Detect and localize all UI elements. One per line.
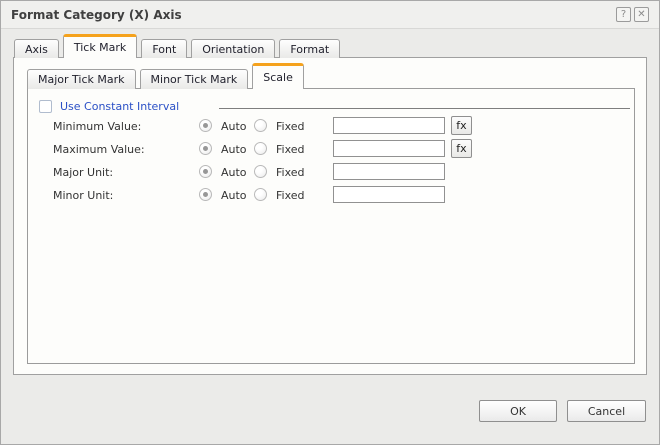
minimum-value-fixed-radio[interactable] [254,119,267,132]
minimum-value-auto-label[interactable]: Auto [221,120,247,133]
constant-interval-row: Use Constant Interval [28,98,634,116]
tab-minor-tick-mark[interactable]: Minor Tick Mark [139,69,249,89]
tab-orientation[interactable]: Orientation [191,39,276,58]
minor-unit-input[interactable] [333,186,445,203]
minimum-value-fx-button[interactable]: fx [451,116,472,135]
close-icon[interactable]: ✕ [634,7,649,22]
minor-unit-fixed-label[interactable]: Fixed [276,189,305,202]
maximum-value-auto-radio[interactable] [199,142,212,155]
minor-unit-row: Minor Unit: Auto Fixed [28,185,634,207]
minimum-value-auto-radio[interactable] [199,119,212,132]
cancel-button[interactable]: Cancel [567,400,646,422]
major-unit-auto-label[interactable]: Auto [221,166,247,179]
use-constant-interval-checkbox[interactable] [39,100,52,113]
format-axis-dialog: Format Category (X) Axis ? ✕ Axis Tick M… [0,0,660,445]
minor-unit-fixed-radio[interactable] [254,188,267,201]
tab-font[interactable]: Font [141,39,188,58]
tabs-level2: Major Tick Mark Minor Tick Mark Scale [27,63,304,89]
minimum-value-row: Minimum Value: Auto Fixed fx [28,116,634,138]
minimum-value-input[interactable] [333,117,445,134]
tab-tick-mark[interactable]: Tick Mark [62,34,138,58]
ok-button[interactable]: OK [479,400,557,422]
major-unit-fixed-radio[interactable] [254,165,267,178]
maximum-value-label: Maximum Value: [53,143,145,156]
scale-panel: Use Constant Interval Minimum Value: Aut… [27,88,635,364]
major-unit-fixed-label[interactable]: Fixed [276,166,305,179]
tab-axis[interactable]: Axis [14,39,59,58]
major-unit-label: Major Unit: [53,166,114,179]
minor-unit-auto-radio[interactable] [199,188,212,201]
minor-unit-label: Minor Unit: [53,189,114,202]
tab-format[interactable]: Format [279,39,341,58]
tab-major-tick-mark[interactable]: Major Tick Mark [27,69,136,89]
tick-mark-panel: Major Tick Mark Minor Tick Mark Scale Us… [13,57,647,375]
use-constant-interval-label[interactable]: Use Constant Interval [60,100,179,113]
dialog-title: Format Category (X) Axis [11,7,182,22]
tab-scale[interactable]: Scale [252,63,304,89]
minimum-value-label: Minimum Value: [53,120,142,133]
maximum-value-fixed-label[interactable]: Fixed [276,143,305,156]
dialog-titlebar: Format Category (X) Axis ? ✕ [1,1,659,29]
maximum-value-auto-label[interactable]: Auto [221,143,247,156]
maximum-value-row: Maximum Value: Auto Fixed fx [28,139,634,161]
minimum-value-fixed-label[interactable]: Fixed [276,120,305,133]
minor-unit-auto-label[interactable]: Auto [221,189,247,202]
major-unit-auto-radio[interactable] [199,165,212,178]
maximum-value-fx-button[interactable]: fx [451,139,472,158]
major-unit-row: Major Unit: Auto Fixed [28,162,634,184]
major-unit-input[interactable] [333,163,445,180]
group-separator [219,108,630,109]
window-buttons: ? ✕ [616,7,649,22]
maximum-value-input[interactable] [333,140,445,157]
maximum-value-fixed-radio[interactable] [254,142,267,155]
help-icon[interactable]: ? [616,7,631,22]
tabs-level1: Axis Tick Mark Font Orientation Format [14,34,341,58]
